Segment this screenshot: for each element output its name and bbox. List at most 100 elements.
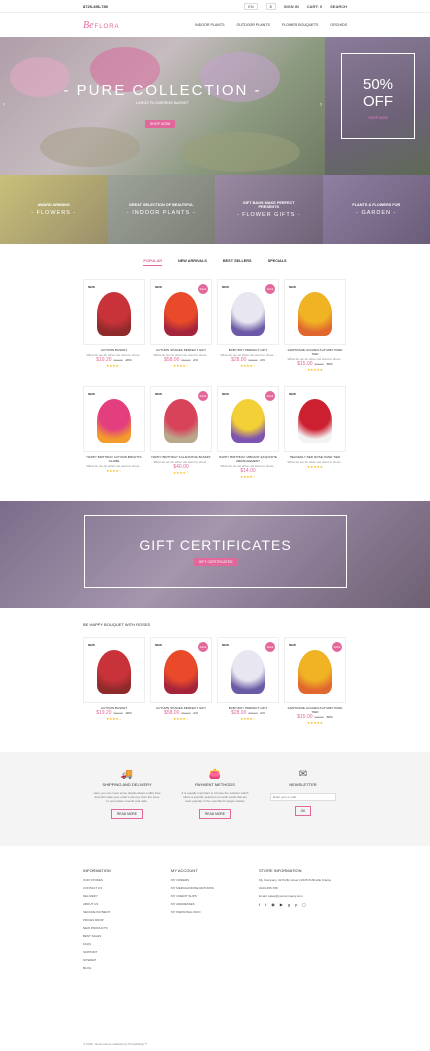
footer-link[interactable]: SITEMAP xyxy=(83,958,171,962)
product-card[interactable]: NEW SALE HAPPY BIRTHDAY KALANCHOE BASKET Wh… xyxy=(150,386,212,479)
category-garden[interactable]: Plants & Flowers for - Garden - xyxy=(322,175,430,244)
product-image[interactable]: NEW SALE xyxy=(150,279,212,345)
category-flowers[interactable]: Award-winning - Flowers - xyxy=(0,175,108,244)
product-name[interactable]: HAPPY BIRTHDAY AUTUMN BRIGHTS GLOBE xyxy=(83,455,145,463)
product-card[interactable]: NEW SALE HAPPY BIRTHDAY VIBRANT EXQUISITE … xyxy=(217,386,279,479)
product-card[interactable]: NEW HAPPY BIRTHDAY AUTUMN BRIGHTS GLOBE Wh… xyxy=(83,386,145,479)
footer-link[interactable]: DELIVERY xyxy=(83,894,171,898)
footer-link[interactable]: SECURE PAYMENT xyxy=(83,910,171,914)
footer-link[interactable]: SUPPORT xyxy=(83,950,171,954)
product-card[interactable]: NEW HEAVENLY RED ROSE HAND TIED What do we… xyxy=(284,386,346,479)
footer-link[interactable]: CONTACT US xyxy=(83,886,171,890)
gift-certificates-button[interactable]: GIFT CERTIFICATES xyxy=(193,558,238,566)
product-name[interactable]: FAIRTRADE GOLDEN AUTUMN HAND TIED xyxy=(284,348,346,356)
menu-orchids[interactable]: ORCHIDS xyxy=(330,23,347,27)
product-card[interactable]: NEW SALE BABY-BOY PERFECT GIFT What do we d… xyxy=(217,279,279,372)
currency-select[interactable]: $ xyxy=(265,2,276,10)
product-card[interactable]: NEW SALE BABY-BOY PERFECT GIFT $28.00 $30.00… xyxy=(217,637,279,725)
tab-popular[interactable]: POPULAR xyxy=(143,259,162,266)
menu-flower-bouquets[interactable]: FLOWER BOUQUETS xyxy=(282,23,319,27)
product-image[interactable]: NEW SALE xyxy=(217,279,279,345)
product-name[interactable]: HEAVENLY RED ROSE HAND TIED xyxy=(284,455,346,459)
google-plus-icon[interactable]: g xyxy=(288,902,290,907)
cart-link[interactable]: CART: 0 xyxy=(307,4,322,9)
product-name[interactable]: FAIRTRADE GOLDEN AUTUMN HAND TIED xyxy=(284,706,346,714)
language-select[interactable]: EN xyxy=(244,2,258,10)
product-card[interactable]: NEW AUTUMN BASKET $19.20 $24.00 -20% ★★★★☆ xyxy=(83,637,145,725)
footer-link[interactable]: OUR STORES xyxy=(83,878,171,882)
product-name[interactable]: HAPPY BIRTHDAY KALANCHOE BASKET xyxy=(150,455,212,459)
product-image[interactable]: NEW SALE xyxy=(284,637,346,703)
sale-box: 50% OFF SHOP NOW xyxy=(341,53,415,139)
tab-specials[interactable]: SPECIALS xyxy=(268,259,287,266)
footer-link[interactable]: NEW PRODUCTS xyxy=(83,926,171,930)
newsletter-ok-button[interactable]: OK xyxy=(294,806,312,816)
logo[interactable]: Be FLORA xyxy=(83,20,120,31)
product-name[interactable]: AUTUMN BASKET xyxy=(83,348,145,352)
product-image[interactable]: NEW SALE xyxy=(217,637,279,703)
shop-now-button[interactable]: SHOP NOW! xyxy=(145,120,176,128)
menu-indoor-plants[interactable]: INDOOR PLANTS xyxy=(195,23,224,27)
sale-badge: SALE xyxy=(198,391,208,401)
discount: -20% xyxy=(124,711,132,715)
product-image[interactable]: NEW SALE xyxy=(150,637,212,703)
payment-title: PAYMENT METHODS xyxy=(195,782,235,787)
footer-link[interactable]: BEST SALES xyxy=(83,934,171,938)
rating-stars: ★★★★☆ xyxy=(106,364,122,368)
footer-link[interactable]: FAQS xyxy=(83,942,171,946)
footer-link[interactable]: MY ORDERS xyxy=(171,878,259,882)
new-badge: NEW xyxy=(155,643,162,647)
product-name[interactable]: AUTUMN SHADES PERFECT GIFT xyxy=(150,348,212,352)
sale-link[interactable]: SHOP NOW xyxy=(342,116,414,120)
store-email[interactable]: Email: sales@yourcompany.com xyxy=(259,894,347,898)
product-card[interactable]: NEW FAIRTRADE GOLDEN AUTUMN HAND TIED What… xyxy=(284,279,346,372)
discount: -20% xyxy=(124,358,132,362)
rating-stars: ★★★★★ xyxy=(307,721,323,725)
product-image[interactable]: NEW xyxy=(284,279,346,345)
youtube-icon[interactable]: ▶ xyxy=(280,902,283,907)
store-phone: 0123-456-789 xyxy=(259,886,278,890)
product-card[interactable]: NEW SALE FAIRTRADE GOLDEN AUTUMN HAND TIED… xyxy=(284,637,346,725)
product-image[interactable]: NEW SALE xyxy=(150,386,212,452)
product-card[interactable]: NEW SALE AUTUMN SHADES PERFECT GIFT $58.00 $… xyxy=(150,637,212,725)
footer-link[interactable]: PRICES DROP xyxy=(83,918,171,922)
instagram-icon[interactable]: ◻ xyxy=(302,902,305,907)
footer-link[interactable]: MY CREDIT SLIPS xyxy=(171,894,259,898)
product-price: $14.00 xyxy=(240,468,256,474)
product-name[interactable]: BABY-BOY PERFECT GIFT xyxy=(217,348,279,352)
payment-read-more-button[interactable]: READ MORE xyxy=(199,808,231,819)
twitter-icon[interactable]: t xyxy=(265,902,266,907)
category-indoor-plants[interactable]: Great selection of beautiful - Indoor Pl… xyxy=(107,175,215,244)
product-image[interactable]: NEW xyxy=(284,386,346,452)
sign-in-link[interactable]: SIGN IN xyxy=(284,4,299,9)
footer-link[interactable]: MY MERCHANDISE RETURNS xyxy=(171,886,259,890)
hero: ‹ › - PURE COLLECTION - LARGE FLOWERING … xyxy=(0,37,430,175)
product-card[interactable]: NEW SALE AUTUMN SHADES PERFECT GIFT What do… xyxy=(150,279,212,372)
product-image[interactable]: NEW xyxy=(83,637,145,703)
product-name[interactable]: HAPPY BIRTHDAY VIBRANT EXQUISITE ARRANGE… xyxy=(217,455,279,463)
product-image[interactable]: NEW xyxy=(83,279,145,345)
product-image[interactable]: NEW xyxy=(83,386,145,452)
rss-icon[interactable]: ◉ xyxy=(271,902,275,907)
footer-link[interactable]: MY ADDRESSES xyxy=(171,902,259,906)
tab-best-sellers[interactable]: BEST SELLERS xyxy=(223,259,252,266)
tab-new-arrivals[interactable]: NEW ARRIVALS xyxy=(178,259,207,266)
pinterest-icon[interactable]: p xyxy=(295,902,297,907)
footer-link[interactable]: BLOG xyxy=(83,966,171,970)
newsletter-email-input[interactable] xyxy=(270,793,336,801)
search-link[interactable]: SEARCH xyxy=(330,4,347,9)
newsletter-block: ✉ NEWSLETTER OK xyxy=(259,752,347,846)
menu-outdoor-plants[interactable]: OUTDOOR PLANTS xyxy=(237,23,270,27)
payment-block: 👛 PAYMENT METHODS It is equally importan… xyxy=(171,752,259,846)
rating-stars: ★★★★☆ xyxy=(173,717,189,721)
shipping-read-more-button[interactable]: READ MORE xyxy=(111,808,143,819)
product-image[interactable]: NEW SALE xyxy=(217,386,279,452)
facebook-icon[interactable]: f xyxy=(259,902,260,907)
discount: -2% xyxy=(259,358,265,362)
bouquet-image xyxy=(97,399,131,443)
footer-link[interactable]: ABOUT US xyxy=(83,902,171,906)
footer-link[interactable]: MY PERSONAL INFO xyxy=(171,910,259,914)
product-card[interactable]: NEW AUTUMN BASKET What do we do when we wa… xyxy=(83,279,145,372)
sale-banner[interactable]: 50% OFF SHOP NOW xyxy=(325,37,430,175)
category-flower-gifts[interactable]: Gift bags make perfect presents - Flower… xyxy=(215,175,323,244)
